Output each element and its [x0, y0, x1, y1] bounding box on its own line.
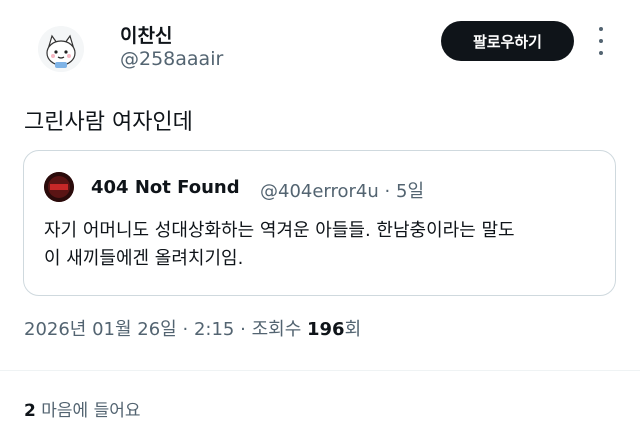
quoted-separator: ·: [384, 181, 391, 202]
quoted-body-line: 자기 어머니도 성대상화하는 역겨운 아들들. 한남충이라는 말도: [44, 220, 515, 241]
meta-separator: ·: [182, 319, 189, 340]
views-label: 조회수: [251, 319, 302, 340]
quoted-author-handle[interactable]: @404error4u: [260, 181, 379, 202]
quoted-author-name[interactable]: 404 Not Found: [91, 177, 240, 198]
likes-label: 마음에 들어요: [41, 401, 141, 421]
author-handle[interactable]: @258aaair: [120, 48, 223, 70]
more-options-icon[interactable]: [594, 27, 608, 55]
404-avatar-icon: [44, 172, 74, 202]
quoted-author-meta: @404error4u · 5일: [260, 177, 424, 203]
quoted-body-line: 이 새끼들에겐 올려치기임.: [44, 248, 244, 269]
character-avatar-icon: [38, 26, 84, 72]
quoted-time[interactable]: 5일: [396, 181, 424, 202]
divider: [0, 370, 640, 371]
meta-separator: ·: [240, 319, 246, 340]
views-count: 196: [307, 319, 345, 340]
likes-summary[interactable]: 2 마음에 들어요: [24, 396, 141, 421]
likes-count: 2: [24, 401, 36, 421]
follow-button[interactable]: 팔로우하기: [441, 21, 574, 61]
author-avatar[interactable]: [38, 26, 84, 72]
tweet-date[interactable]: 2026년 01월 26일: [24, 319, 177, 340]
author-display-name[interactable]: 이찬신: [120, 21, 172, 48]
tweet-text: 그린사람 여자인데: [24, 110, 193, 135]
quoted-tweet-card[interactable]: 404 Not Found @404error4u · 5일 자기 어머니도 성…: [23, 150, 616, 296]
tweet-meta: 2026년 01월 26일 · 2:15 · 조회수 196회: [24, 315, 361, 341]
quoted-tweet-body: 자기 어머니도 성대상화하는 역겨운 아들들. 한남충이라는 말도 이 새끼들에…: [44, 217, 600, 273]
tweet-time[interactable]: 2:15: [194, 319, 234, 340]
views-unit: 회: [344, 319, 362, 340]
